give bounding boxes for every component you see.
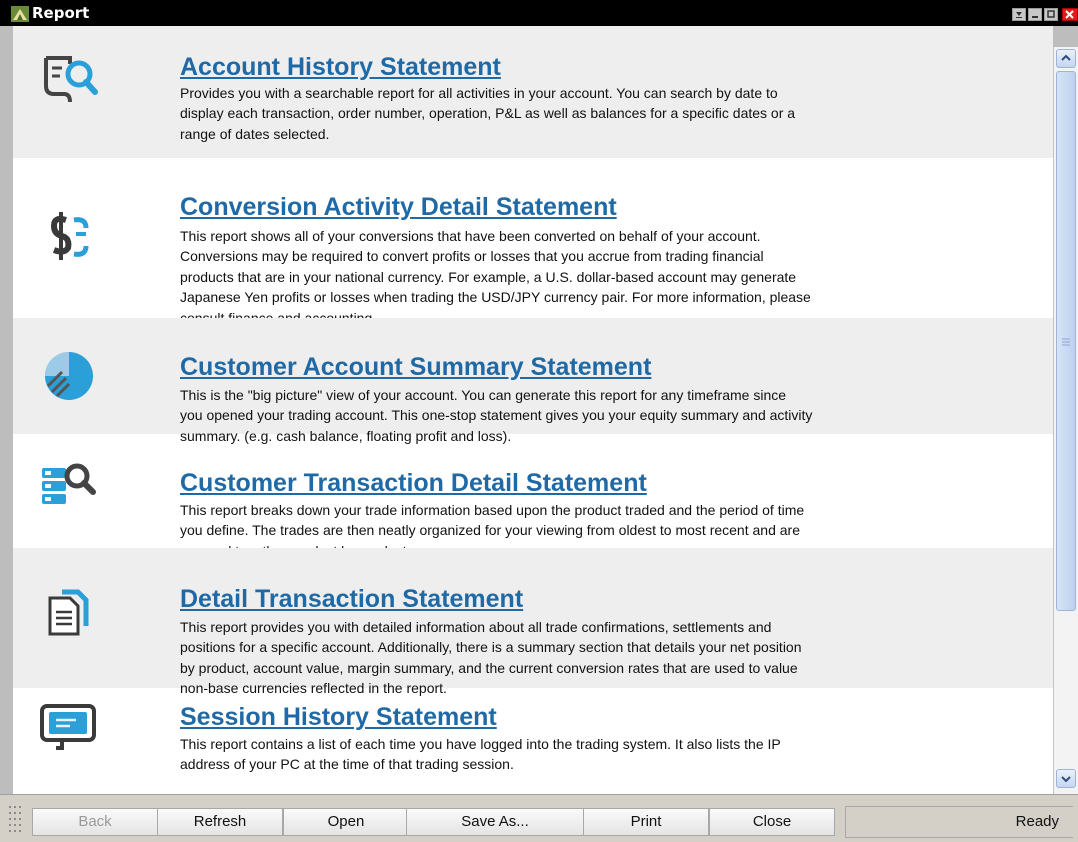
report-title[interactable]: Customer Transaction Detail Statement <box>180 469 647 498</box>
report-item-session-history[interactable]: Session History Statement This report co… <box>13 688 1053 794</box>
rollup-button[interactable] <box>1012 8 1026 21</box>
window-title: Report <box>32 4 90 22</box>
report-title[interactable]: Customer Account Summary Statement <box>180 353 651 382</box>
toolbar-grip-icon[interactable] <box>6 803 26 837</box>
scroll-thumb[interactable] <box>1056 71 1076 611</box>
report-title[interactable]: Account History Statement <box>180 53 501 82</box>
report-item-conversion-activity[interactable]: Conversion Activity Detail Statement Thi… <box>13 158 1053 326</box>
documents-icon <box>48 589 89 636</box>
report-description: This report shows all of your conversion… <box>180 228 811 326</box>
print-button[interactable]: Print <box>583 808 709 836</box>
report-item-account-history[interactable]: Account History Statement Provides you w… <box>13 26 1053 158</box>
report-title[interactable]: Conversion Activity Detail Statement <box>180 193 617 222</box>
report-title[interactable]: Session History Statement <box>180 703 497 732</box>
scroll-down-button[interactable] <box>1056 769 1076 788</box>
database-search-icon <box>42 463 96 504</box>
report-item-customer-transaction-detail[interactable]: Customer Transaction Detail Statement Th… <box>13 434 1053 559</box>
monitor-icon <box>40 704 96 750</box>
chevron-up-icon <box>1061 54 1071 61</box>
refresh-button[interactable]: Refresh <box>157 808 283 836</box>
chevron-down-icon <box>1061 776 1071 783</box>
grip-lines-icon <box>1062 338 1070 346</box>
report-description: Provides you with a searchable report fo… <box>180 85 796 142</box>
bottom-toolbar: Back Refresh Open Save As... Print Close… <box>0 794 1078 842</box>
scroll-up-button[interactable] <box>1056 49 1076 68</box>
report-description: This report provides you with detailed i… <box>180 619 802 697</box>
close-window-button[interactable] <box>1062 8 1078 21</box>
app-logo-icon <box>11 6 29 22</box>
report-item-customer-account-summary[interactable]: Customer Account Summary Statement This … <box>13 318 1053 444</box>
open-button[interactable]: Open <box>283 808 409 836</box>
dollar-conversion-icon <box>50 212 89 260</box>
back-button[interactable]: Back <box>32 808 158 836</box>
vertical-scrollbar[interactable] <box>1053 47 1078 794</box>
save-as-button[interactable]: Save As... <box>406 808 584 836</box>
report-list: Account History Statement Provides you w… <box>13 26 1053 794</box>
pie-chart-icon <box>45 352 93 400</box>
minimize-button[interactable] <box>1028 8 1042 21</box>
report-title[interactable]: Detail Transaction Statement <box>180 585 523 614</box>
maximize-button[interactable] <box>1044 8 1058 21</box>
close-button[interactable]: Close <box>709 808 835 836</box>
search-document-icon <box>44 56 98 103</box>
status-bar: Ready <box>845 806 1073 838</box>
report-item-detail-transaction[interactable]: Detail Transaction Statement This report… <box>13 548 1053 696</box>
report-description: This report contains a list of each time… <box>180 736 781 773</box>
window-titlebar: Report <box>0 0 1078 26</box>
status-text: Ready <box>1015 813 1059 830</box>
